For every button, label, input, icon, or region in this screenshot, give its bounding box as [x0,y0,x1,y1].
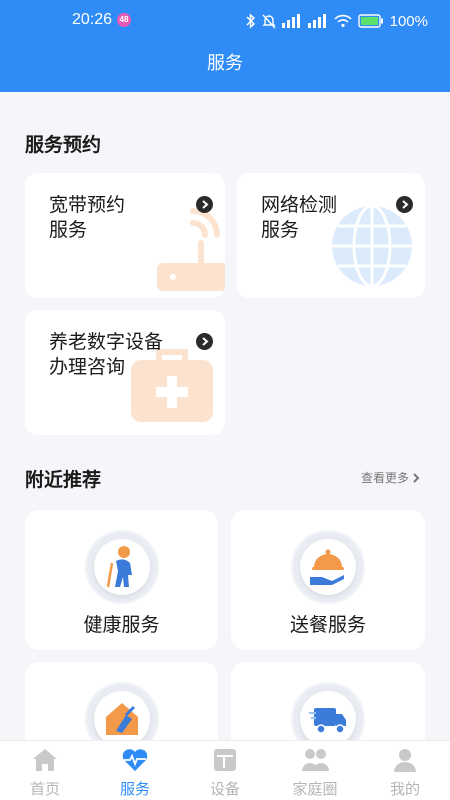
tab-mine[interactable]: 我的 [360,741,450,800]
card-broadband-booking[interactable]: 宽带预约 服务 [25,173,225,298]
section-title-nearby: 附近推荐 [25,469,102,491]
router-icon [157,208,225,291]
chevron-right-icon [396,196,413,213]
nearby-label: 健康服务 [83,614,160,636]
nearby-card-health[interactable]: 健康服务 [25,510,218,650]
card-title: 宽带预约 服务 [49,194,126,241]
card-title: 网络检测 服务 [261,194,338,241]
globe-icon [332,204,412,288]
card-title: 养老数字设备 办理咨询 [49,331,164,378]
user-icon [394,749,416,772]
nearby-label: 送餐服务 [289,614,366,636]
status-icons: 100% [246,11,428,31]
battery-icon [357,14,383,28]
status-time: 20:26 [72,11,113,28]
status-bar: 20:26 48 100% [0,0,450,42]
chevron-right-icon [413,472,420,483]
chevron-right-icon [196,333,213,350]
family-icon [302,749,329,771]
home-icon [33,749,57,771]
nearby-card-housekeeping[interactable] [25,662,218,756]
delivery-truck-icon [309,708,346,734]
nearby-card-delivery[interactable] [231,662,425,756]
bluetooth-icon [246,13,255,29]
section-title-booking: 服务预约 [25,134,102,156]
signal-icon-2 [307,14,326,28]
card-elderly-device[interactable]: 养老数字设备 办理咨询 [25,310,225,435]
card-network-check[interactable]: 网络检测 服务 [237,173,425,298]
wifi-icon [334,14,352,28]
tab-service[interactable]: 服务 [90,741,180,800]
tab-home[interactable]: 首页 [0,741,90,800]
page-header: 服务 [0,42,450,92]
signal-icon [281,14,300,28]
elderly-person-icon [106,546,132,588]
mute-bell-icon [261,14,276,29]
chevron-right-icon [196,196,213,213]
tab-device[interactable]: 设备 [180,741,270,800]
nearby-card-meal[interactable]: 送餐服务 [231,510,425,650]
page-title: 服务 [207,53,243,74]
device-icon [214,749,236,771]
battery-percent: 100% [389,12,428,30]
house-cleaning-icon [105,703,138,735]
bottom-tab-bar: 首页 服务 设备 家庭圈 我的 [0,740,450,800]
meal-delivery-icon [310,549,344,585]
heartbeat-icon [122,749,148,771]
notification-badge: 48 [117,13,131,27]
see-more-link[interactable]: 查看更多 [361,469,420,486]
tab-family[interactable]: 家庭圈 [270,741,360,800]
